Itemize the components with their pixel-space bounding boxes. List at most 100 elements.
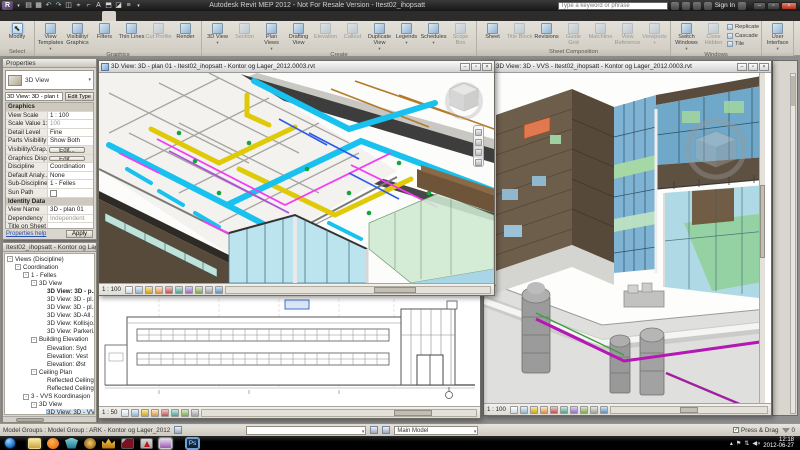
ribbon-button[interactable]: Plan Views <box>258 22 285 51</box>
taskbar-alert-app-icon[interactable] <box>140 438 153 449</box>
tree-expander-icon[interactable] <box>39 305 45 311</box>
app-close-button[interactable]: × <box>781 2 797 10</box>
sign-in-button[interactable]: Sign In <box>715 2 735 9</box>
tray-clock[interactable]: 12:18 2012-06-27 <box>763 437 796 450</box>
ribbon-small-button[interactable]: Tile <box>727 40 759 49</box>
view-minimize-button[interactable]: – <box>460 63 470 71</box>
ribbon-button[interactable]: Visibility/ Graphics <box>64 22 91 47</box>
detail-level-icon[interactable] <box>121 409 129 417</box>
property-row[interactable]: Parts VisibilityShow Both <box>6 137 93 146</box>
viewcube[interactable] <box>442 77 486 126</box>
show-crop-icon[interactable] <box>171 409 179 417</box>
property-row[interactable]: View Scale1 : 100 <box>6 112 93 121</box>
thin-lines-icon[interactable] <box>124 1 133 10</box>
undo-icon[interactable] <box>44 1 53 10</box>
view-close-button[interactable]: × <box>759 63 769 71</box>
sun-path-icon[interactable] <box>530 406 538 414</box>
property-value[interactable]: Independent <box>48 215 93 223</box>
crop-view-icon[interactable] <box>161 409 169 417</box>
type-selector[interactable]: 3D View ▾ <box>5 70 94 90</box>
ribbon-button[interactable]: Filters <box>91 22 118 41</box>
background-window-edge[interactable] <box>772 60 798 416</box>
property-value[interactable]: 100 <box>48 120 93 128</box>
tree-expander-icon[interactable] <box>39 321 45 327</box>
taskbar-crown-app-icon[interactable] <box>102 438 115 449</box>
browser-tree-item[interactable]: -3D View <box>5 279 94 287</box>
tree-expander-icon[interactable] <box>39 410 45 415</box>
analytical-model-icon[interactable] <box>215 286 223 294</box>
worksets-icon[interactable] <box>174 426 182 434</box>
search-icon[interactable] <box>671 2 679 10</box>
browser-tree-item[interactable]: -3D View <box>5 401 94 409</box>
tray-show-hidden-icon[interactable]: ▴ <box>730 440 733 447</box>
tray-volume-icon[interactable]: ◀» <box>752 440 760 447</box>
property-row[interactable]: DependencyIndependent <box>6 215 93 224</box>
ribbon-button[interactable]: Legends <box>393 22 420 45</box>
ribbon-button[interactable]: Section <box>231 22 258 41</box>
analytical-model-icon[interactable] <box>600 406 608 414</box>
tree-expander-icon[interactable] <box>39 329 45 335</box>
browser-horizontal-scrollbar[interactable] <box>3 416 96 422</box>
show-crop-icon[interactable] <box>175 286 183 294</box>
show-crop-icon[interactable] <box>560 406 568 414</box>
lock-3d-view-icon[interactable] <box>570 406 578 414</box>
sun-path-icon[interactable] <box>145 286 153 294</box>
taskbar-revit-app-icon[interactable] <box>159 438 172 449</box>
ribbon-button[interactable]: Elevation <box>312 22 339 41</box>
view-window-title-bar[interactable]: 3D View: 3D - plan 01 - Itest02_ihopsatt… <box>99 61 494 73</box>
property-row[interactable]: Sun Path <box>6 189 93 198</box>
bottom-view-horizontal-scrollbar[interactable] <box>201 409 477 417</box>
taskbar-explorer-icon[interactable] <box>28 438 41 449</box>
browser-tree-item[interactable]: Elevation: Vest <box>5 352 94 360</box>
property-row[interactable]: Detail LevelFine <box>6 129 93 138</box>
tree-expander-icon[interactable] <box>39 297 45 303</box>
property-value[interactable]: Edit... <box>49 156 85 162</box>
tray-flag-icon[interactable]: ⚑ <box>736 440 741 447</box>
browser-tree-item[interactable]: -3 - VVS Koordinasjon <box>5 393 94 401</box>
property-value[interactable]: 1 : 100 <box>48 112 93 120</box>
ribbon-tab[interactable] <box>172 11 186 21</box>
browser-tree-item[interactable]: Elevation: Syd <box>5 344 94 352</box>
qat-customize-icon[interactable] <box>134 1 143 10</box>
view-close-button[interactable]: × <box>482 63 492 71</box>
help-icon[interactable] <box>738 2 746 10</box>
crop-view-icon[interactable] <box>165 286 173 294</box>
tree-expander-icon[interactable]: - <box>23 394 29 400</box>
3d-mep-viewport[interactable] <box>99 73 494 283</box>
ribbon-tab[interactable] <box>130 11 144 21</box>
browser-tree-item[interactable]: -Ceiling Plan <box>5 368 94 376</box>
browser-tree-item[interactable]: 3D View: 3D - pl... <box>5 304 94 312</box>
taskbar-firefox-icon[interactable] <box>47 438 59 449</box>
tree-expander-icon[interactable] <box>39 288 45 294</box>
browser-tree-item[interactable]: -Views (Discipline) <box>5 255 94 263</box>
ribbon-button[interactable]: View Reference <box>614 22 641 47</box>
browser-tree-item[interactable]: Elevation: Øst <box>5 360 94 368</box>
tree-expander-icon[interactable]: - <box>31 369 37 375</box>
center-view-horizontal-scrollbar[interactable] <box>225 286 491 294</box>
editable-only-icon[interactable] <box>370 426 378 434</box>
shadows-icon[interactable] <box>155 286 163 294</box>
tree-expander-icon[interactable]: - <box>31 402 37 408</box>
browser-tree-item[interactable]: Reflected Ceiling... <box>5 376 94 384</box>
start-button[interactable] <box>4 437 16 449</box>
3d-vvs-viewport[interactable] <box>484 73 771 403</box>
property-row[interactable]: Scale Value 1:100 <box>6 120 93 129</box>
ribbon-button[interactable]: Cut Profile <box>145 22 172 41</box>
properties-help-link[interactable]: Properties help <box>6 231 46 237</box>
ribbon-tab[interactable] <box>46 11 60 21</box>
ribbon-tab[interactable] <box>116 11 130 21</box>
tray-network-icon[interactable]: ⇅ <box>744 440 749 447</box>
ribbon-button[interactable]: User Interface <box>764 22 791 51</box>
workset-dropdown[interactable] <box>246 426 366 435</box>
browser-tree-item[interactable]: 3D View: 3D - VV... <box>5 409 94 415</box>
ribbon-button[interactable]: Duplicate View <box>366 22 393 51</box>
shadows-icon[interactable] <box>540 406 548 414</box>
crop-view-icon[interactable] <box>550 406 558 414</box>
app-menu-arrow-icon[interactable] <box>14 1 23 10</box>
ribbon-button[interactable]: View Templates <box>37 22 64 51</box>
tree-expander-icon[interactable] <box>39 313 45 319</box>
elevation-viewport[interactable] <box>99 295 480 406</box>
tree-expander-icon[interactable] <box>39 377 45 383</box>
browser-tree-item[interactable]: 3D View: 3D - pl... <box>5 295 94 303</box>
property-value[interactable]: Show Both <box>48 137 93 145</box>
